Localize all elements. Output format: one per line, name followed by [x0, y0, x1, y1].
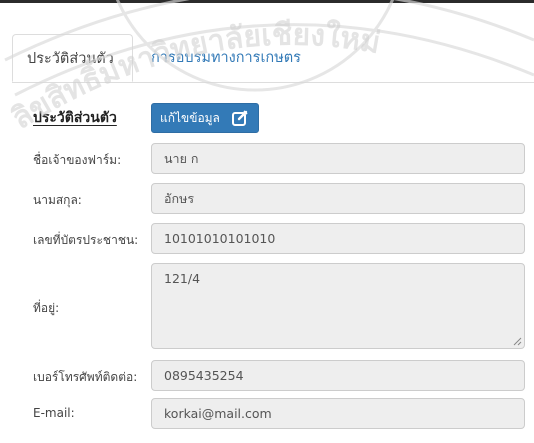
tab-personal-history[interactable]: ประวัติส่วนตัว [12, 34, 133, 82]
address-textarea[interactable]: 121/4 [151, 263, 525, 349]
edit-icon [232, 110, 248, 126]
label-address: ที่อยู่: [33, 301, 60, 315]
label-phone: เบอร์โทรศัพท์ติดต่อ: [33, 370, 138, 384]
surname-field[interactable]: อักษร [151, 183, 525, 214]
address-value: 121/4 [164, 271, 201, 286]
label-national-id: เลขที่บัตรประชาชน: [33, 233, 139, 247]
label-surname: นามสกุล: [33, 193, 82, 207]
national-id-field[interactable]: 10101010101010 [151, 223, 525, 254]
farm-owner-name-field[interactable]: นาย ก [151, 143, 525, 174]
section-title: ประวัติส่วนตัว [33, 110, 117, 126]
tab-agricultural-training[interactable]: การอบรมทางการเกษตร [137, 34, 315, 82]
resize-handle-icon[interactable] [513, 337, 522, 346]
top-bar [0, 0, 534, 3]
tab-bar: ประวัติส่วนตัว การอบรมทางการเกษตร [12, 34, 534, 83]
label-email: E-mail: [33, 406, 75, 420]
phone-field[interactable]: 0895435254 [151, 360, 525, 391]
label-farm-owner-name: ชื่อเจ้าของฟาร์ม: [33, 153, 122, 167]
email-field[interactable]: korkai@mail.com [151, 398, 525, 429]
edit-button-label: แก้ไขข้อมูล [160, 111, 220, 125]
edit-profile-button[interactable]: แก้ไขข้อมูล [151, 103, 259, 133]
